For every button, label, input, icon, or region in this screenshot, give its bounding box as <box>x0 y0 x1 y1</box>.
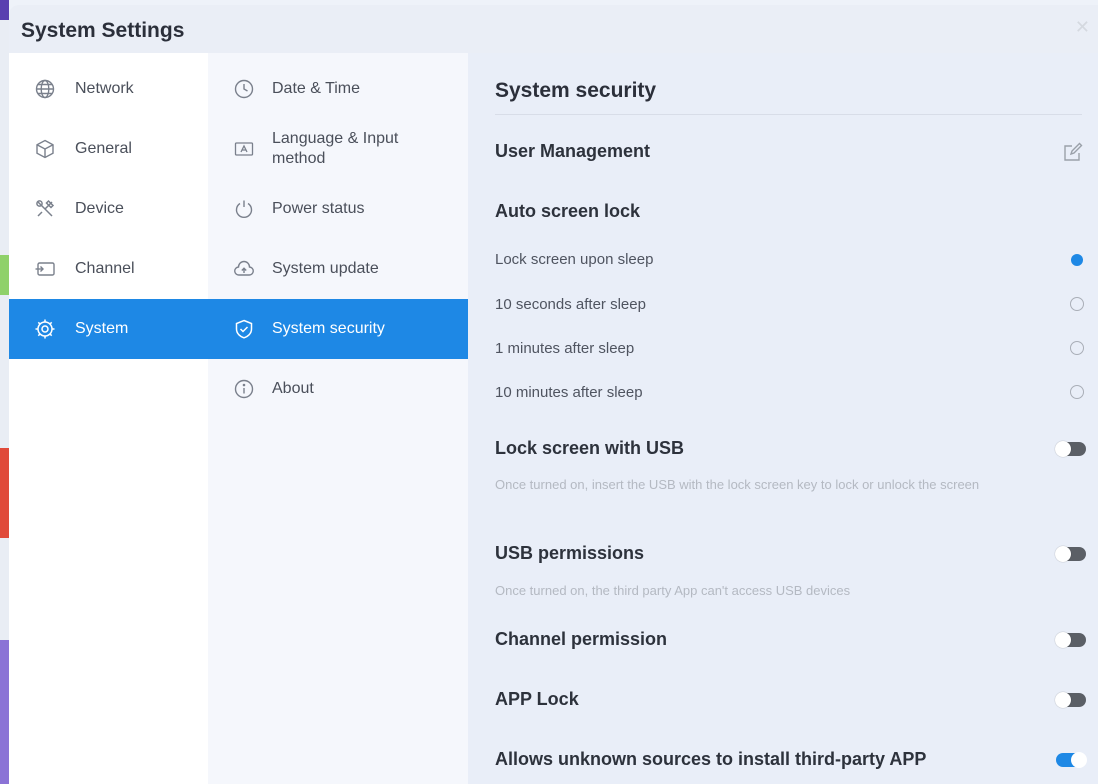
power-icon <box>233 198 255 220</box>
shield-check-icon <box>233 318 255 340</box>
user-management-label: User Management <box>495 141 651 161</box>
lock-option-label: Lock screen upon sleep <box>495 251 654 268</box>
left-screen-edge <box>0 0 9 784</box>
usb-permissions-label: USB permissions <box>495 543 645 563</box>
input-source-icon <box>34 258 56 280</box>
cloud-upload-icon <box>233 258 255 280</box>
submenu: Date & Time Language & Input method Powe… <box>208 53 468 784</box>
submenu-item-system-update[interactable]: System update <box>208 239 468 299</box>
usb-lock-toggle[interactable] <box>1055 441 1086 457</box>
sidebar-item-system[interactable]: System <box>9 299 208 359</box>
info-icon <box>233 378 255 400</box>
close-icon[interactable]: ✕ <box>1075 17 1090 38</box>
unknown-sources-toggle[interactable] <box>1056 752 1087 768</box>
submenu-item-label: Language & Input method <box>272 130 399 167</box>
cube-icon <box>34 138 56 160</box>
submenu-item-language-input[interactable]: Language & Input method <box>208 119 468 179</box>
sidebar-item-label: Network <box>75 80 134 97</box>
submenu-item-label: Date & Time <box>272 80 361 97</box>
content-panel: System security User Management Auto scr… <box>468 53 1098 784</box>
lock-option-label: 10 seconds after sleep <box>495 296 646 313</box>
lock-10-seconds-radio[interactable] <box>1070 297 1084 311</box>
lock-upon-sleep-radio[interactable] <box>1071 254 1083 266</box>
sidebar-item-network[interactable]: Network <box>9 59 208 119</box>
keyboard-icon <box>233 138 255 160</box>
window-title: System Settings <box>21 19 185 42</box>
usb-lock-label: Lock screen with USB <box>495 438 685 458</box>
usb-permissions-toggle[interactable] <box>1055 546 1086 562</box>
sidebar-item-device[interactable]: Device <box>9 179 208 239</box>
sidebar-item-label: System <box>75 320 129 337</box>
channel-permission-label: Channel permission <box>495 629 668 649</box>
edit-icon[interactable] <box>1062 141 1084 163</box>
sidebar-item-channel[interactable]: Channel <box>9 239 208 299</box>
channel-permission-toggle[interactable] <box>1055 632 1086 648</box>
sidebar-item-label: Channel <box>75 260 135 277</box>
sidebar: Network General Device Channel System <box>9 53 208 784</box>
settings-window: System Settings ✕ Network General Device <box>9 5 1098 784</box>
sidebar-item-label: Device <box>75 200 124 217</box>
submenu-item-system-security[interactable]: System security <box>208 299 468 359</box>
submenu-item-label: System security <box>272 320 385 337</box>
app-lock-toggle[interactable] <box>1055 692 1086 708</box>
clock-icon <box>233 78 255 100</box>
sidebar-item-label: General <box>75 140 132 157</box>
lock-10-minutes-radio[interactable] <box>1070 385 1084 399</box>
lock-option-label: 1 minutes after sleep <box>495 340 635 357</box>
submenu-item-about[interactable]: About <box>208 359 468 419</box>
tools-icon <box>34 198 56 220</box>
submenu-item-label: System update <box>272 260 379 277</box>
submenu-item-date-time[interactable]: Date & Time <box>208 59 468 119</box>
title-divider <box>495 114 1082 115</box>
title-bar: System Settings ✕ <box>9 5 1098 53</box>
page-title: System security <box>495 79 657 102</box>
submenu-item-label: About <box>272 380 314 397</box>
usb-lock-description: Once turned on, insert the USB with the … <box>495 477 980 492</box>
submenu-item-power-status[interactable]: Power status <box>208 179 468 239</box>
unknown-sources-label: Allows unknown sources to install third-… <box>495 749 927 769</box>
lock-option-label: 10 minutes after sleep <box>495 384 643 401</box>
auto-screen-lock-label: Auto screen lock <box>495 201 641 221</box>
sidebar-item-general[interactable]: General <box>9 119 208 179</box>
usb-permissions-description: Once turned on, the third party App can'… <box>495 583 851 598</box>
lock-1-minute-radio[interactable] <box>1070 341 1084 355</box>
submenu-item-label: Power status <box>272 200 365 217</box>
app-lock-label: APP Lock <box>495 689 579 709</box>
globe-icon <box>34 78 56 100</box>
gear-icon <box>34 318 56 340</box>
